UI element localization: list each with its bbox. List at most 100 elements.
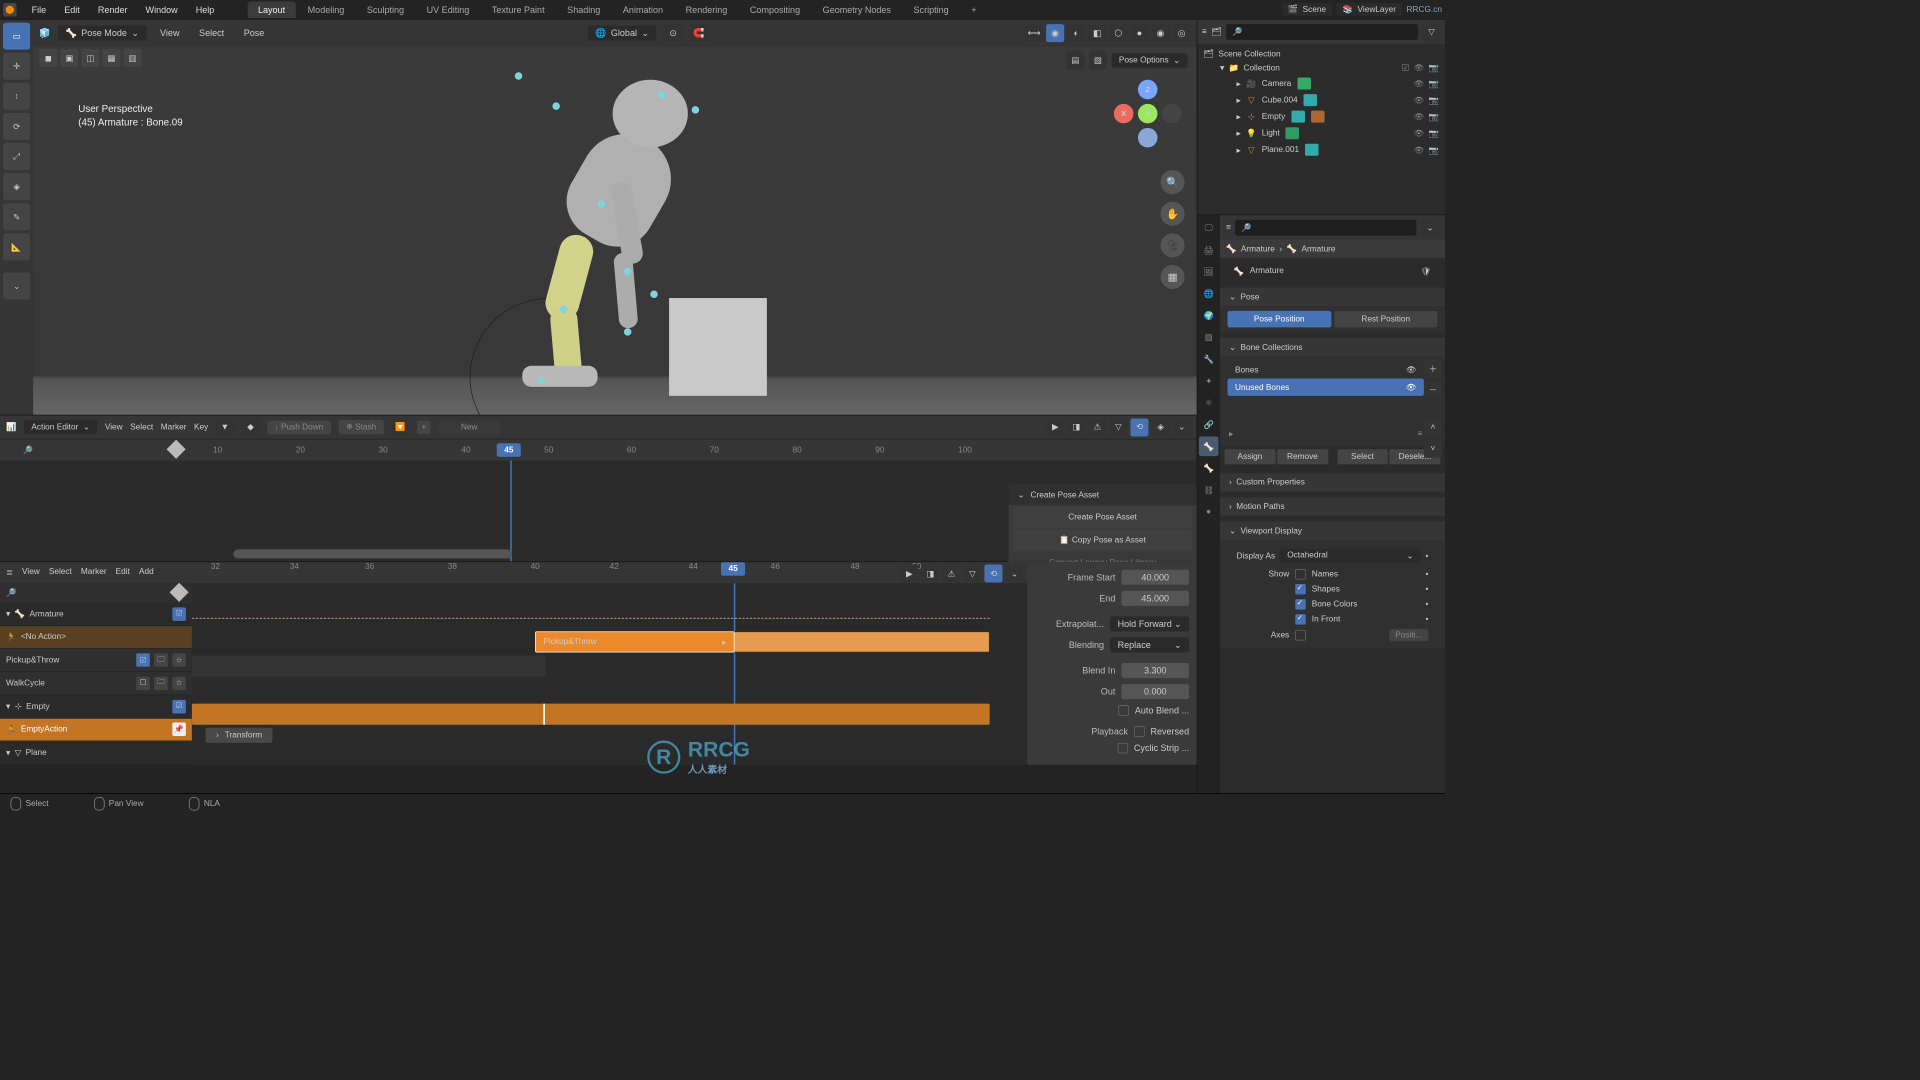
track-pin[interactable]: 📌 [172, 723, 186, 737]
reversed-checkbox[interactable] [1134, 726, 1145, 737]
prop-search-input[interactable]: 🔎 [1235, 219, 1416, 235]
ae-scrollbar[interactable] [233, 549, 511, 558]
display-as-dropdown[interactable]: Octahedral⌄ [1280, 549, 1421, 563]
eye-icon[interactable]: 👁 [1414, 95, 1425, 105]
in-front-checkbox[interactable] [1295, 614, 1306, 625]
disclosure-icon[interactable]: ▾ [6, 748, 10, 758]
vp-menu-pose[interactable]: Pose [238, 26, 271, 40]
nla-menu-select[interactable]: Select [49, 568, 72, 577]
bone-coll-bones[interactable]: Bones👁 [1227, 361, 1423, 378]
mode-dropdown[interactable]: 🦴Pose Mode⌄ [58, 26, 147, 41]
remove-button[interactable]: Remove [1277, 449, 1328, 464]
editor-type-icon[interactable]: 📊 [6, 422, 16, 432]
ptab-physics[interactable]: ⚛ [1199, 393, 1219, 413]
nla-cursor-icon[interactable]: ▶ [900, 564, 918, 582]
editor-type-icon[interactable]: ≡ [1202, 27, 1207, 36]
ae-marker-icon[interactable]: ◈ [1151, 418, 1169, 436]
track-empty-action[interactable]: 🏃EmptyAction📌 [0, 718, 192, 741]
menu-edit[interactable]: Edit [57, 3, 88, 17]
ptab-output[interactable]: 🖨 [1199, 240, 1219, 260]
ol-item-light[interactable]: ▸💡Light👁📷 [1197, 125, 1445, 142]
zoom-icon[interactable]: 🔍 [1161, 170, 1185, 194]
tool-scale[interactable]: ⤢ [3, 143, 30, 170]
select-mode-3[interactable]: ◫ [81, 49, 99, 67]
track-solo[interactable]: ☐ [136, 676, 150, 690]
pose-options-dropdown[interactable]: Pose Options ⌄ [1111, 53, 1187, 67]
search-icon[interactable]: 🔎 [6, 588, 16, 598]
tool-move[interactable]: ↕ [3, 83, 30, 110]
auto-blend-checkbox[interactable] [1118, 705, 1129, 716]
track-walkcycle[interactable]: WalkCycle☐🗀☆ [0, 672, 192, 695]
gizmo-neg-z[interactable] [1138, 128, 1158, 148]
vp-opt1[interactable]: ▤ [1066, 51, 1084, 69]
tab-modeling[interactable]: Modeling [297, 1, 355, 18]
editor-type-icon[interactable]: ≣ [6, 567, 13, 577]
frame-end-field[interactable]: 45.000 [1121, 591, 1189, 606]
ae-menu-select[interactable]: Select [130, 423, 153, 432]
track-star[interactable]: ☆ [172, 653, 186, 667]
select-mode-2[interactable]: ▣ [60, 49, 78, 67]
transform-dropdown[interactable]: ›Transform [205, 728, 272, 743]
disclosure-icon[interactable]: ▸ [1237, 112, 1241, 122]
coll-remove-button[interactable]: － [1424, 381, 1442, 399]
ae-menu-view[interactable]: View [105, 423, 123, 432]
menu-help[interactable]: Help [188, 3, 222, 17]
eye-icon[interactable]: 👁 [1414, 145, 1425, 155]
gizmo-y-axis[interactable]: Y [1138, 104, 1158, 124]
menu-file[interactable]: File [24, 3, 54, 17]
editor-type-icon[interactable]: ≡ [1226, 223, 1231, 232]
ae-menu-marker[interactable]: Marker [161, 423, 187, 432]
bc-item[interactable]: Armature [1241, 244, 1275, 253]
clip-pickup-throw[interactable]: Pickup&Throw ▸ [535, 631, 734, 652]
sec-pose[interactable]: ⌄Pose [1220, 287, 1445, 306]
select-mode-1[interactable]: ◼ [39, 49, 57, 67]
nla-menu-add[interactable]: Add [139, 568, 154, 577]
disclosure-icon[interactable]: ▾ [1220, 63, 1224, 73]
ae-sel-box[interactable]: ◨ [1067, 418, 1085, 436]
camera-icon[interactable]: 🎥 [1161, 233, 1185, 257]
shading-wire-icon[interactable]: ⬡ [1109, 24, 1127, 42]
disclosure-icon[interactable]: ▸ [1237, 79, 1241, 89]
ptab-bone-constraint[interactable]: ⛓ [1199, 480, 1219, 500]
ptab-bone[interactable]: 🦴 [1199, 458, 1219, 478]
gizmo-z-axis[interactable]: Z [1138, 80, 1158, 100]
prop-options[interactable]: ⌄ [1421, 218, 1439, 236]
ae-warn-icon[interactable]: ⚠ [1088, 418, 1106, 436]
track-armature[interactable]: ▾🦴Armature☑ [0, 603, 192, 626]
coll-up-button[interactable]: ˄ [1424, 418, 1442, 436]
track-pin[interactable]: ☑ [172, 700, 186, 714]
render-icon[interactable]: 📷 [1429, 63, 1439, 73]
shapes-checkbox[interactable] [1295, 584, 1306, 595]
tab-compositing[interactable]: Compositing [739, 1, 810, 18]
ae-menu-key[interactable]: Key [194, 423, 208, 432]
viewport-canvas[interactable]: 🧊 🦴Pose Mode⌄ View Select Pose 🌐Global⌄ … [33, 20, 1197, 415]
outliner-search-input[interactable]: 🔎 [1226, 24, 1418, 40]
ae-filter3-icon[interactable]: ▽ [1109, 418, 1127, 436]
nla-menu-view[interactable]: View [22, 568, 40, 577]
orientation-dropdown[interactable]: 🌐Global⌄ [588, 26, 657, 41]
sec-custom-props[interactable]: ›Custom Properties [1220, 473, 1445, 491]
tab-shading[interactable]: Shading [557, 1, 611, 18]
nla-filter-icon[interactable]: ▽ [963, 564, 981, 582]
sec-viewport-display[interactable]: ⌄Viewport Display [1220, 522, 1445, 541]
track-star[interactable]: ☆ [172, 676, 186, 690]
blend-in-field[interactable]: 3.300 [1121, 663, 1189, 678]
editor-type-icon[interactable]: 🧊 [39, 28, 50, 39]
vp-opt2[interactable]: ▧ [1089, 51, 1107, 69]
blending-dropdown[interactable]: Replace⌄ [1110, 637, 1189, 652]
shield-icon[interactable]: 🛡 [1421, 266, 1432, 276]
ae-menu-more[interactable]: ⌄ [1173, 418, 1191, 436]
disclosure-icon[interactable]: ▸ [1237, 145, 1241, 155]
render-icon[interactable]: 📷 [1429, 112, 1439, 122]
track-empty[interactable]: ▾⊹Empty☑ [0, 695, 192, 718]
render-icon[interactable]: 📷 [1429, 128, 1439, 138]
nla-timeline[interactable]: 32 34 36 38 40 42 44 46 48 50 45 ▶ ◨ ⚠ ▽… [192, 562, 1197, 764]
ae-range-handle[interactable] [167, 440, 186, 459]
tool-cursor[interactable]: ✛ [3, 53, 30, 80]
axes-checkbox[interactable] [1295, 630, 1306, 641]
nla-playhead[interactable]: 45 [721, 562, 745, 576]
nla-range-handle[interactable] [170, 583, 189, 602]
ol-item-plane[interactable]: ▸▽Plane.001👁📷 [1197, 141, 1445, 158]
tool-annotate[interactable]: ✎ [3, 203, 30, 230]
ptab-modifiers[interactable]: 🔧 [1199, 349, 1219, 369]
